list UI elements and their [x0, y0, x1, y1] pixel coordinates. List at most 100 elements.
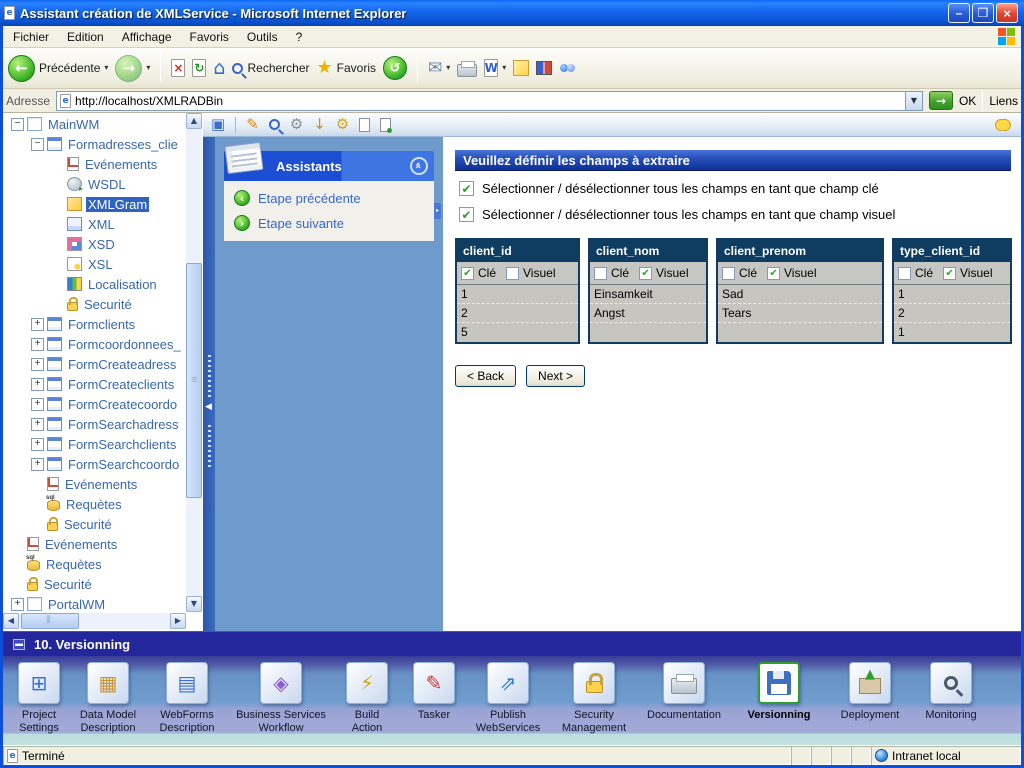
- module-publish-webservices[interactable]: ⇗PublishWebServices: [465, 656, 551, 745]
- close-button[interactable]: ×: [996, 3, 1018, 23]
- tree-item-xmlgram[interactable]: XMLGram: [3, 194, 186, 214]
- expand-icon[interactable]: +: [31, 458, 44, 471]
- panel-splitter[interactable]: ◀: [203, 137, 215, 631]
- assistants-link-label[interactable]: Etape précédente: [258, 191, 361, 206]
- tree-item-label[interactable]: Localisation: [86, 277, 159, 292]
- menu-fichier[interactable]: Fichier: [4, 28, 58, 46]
- tree-item-label[interactable]: FormSearchcoordo: [66, 457, 181, 472]
- collapse-icon[interactable]: −: [11, 118, 24, 131]
- tree-item-xsl[interactable]: XSL: [3, 254, 186, 274]
- panel-handle-icon[interactable]: ▸: [434, 203, 441, 219]
- tree-item-label[interactable]: XSD: [86, 237, 117, 252]
- tree-item-securit[interactable]: Securité: [3, 294, 186, 314]
- tree-item-requ-tes[interactable]: Requètes: [3, 494, 186, 514]
- help-bubble-icon[interactable]: [995, 119, 1011, 131]
- module-documentation-button[interactable]: [663, 662, 705, 704]
- select-all-checkbox[interactable]: ✔: [459, 207, 474, 222]
- tree-item-label[interactable]: XMLGram: [86, 197, 149, 212]
- restore-button[interactable]: ❒: [972, 3, 994, 23]
- tree-item-label[interactable]: MainWM: [46, 117, 101, 132]
- tree-item-formsearchcoordo[interactable]: + FormSearchcoordo: [3, 454, 186, 474]
- module-webforms-description-button[interactable]: ▤: [166, 662, 208, 704]
- key-checkbox[interactable]: [898, 267, 911, 280]
- new-document-icon[interactable]: [359, 118, 370, 132]
- address-dropdown-icon[interactable]: ▼: [905, 92, 922, 110]
- go-button[interactable]: →: [929, 91, 953, 110]
- go-button-label[interactable]: OK: [959, 94, 976, 108]
- key-checkbox[interactable]: [722, 267, 735, 280]
- module-publish-webservices-button[interactable]: ⇗: [487, 662, 529, 704]
- tree-item-formcreateclients[interactable]: +FormCreateclients: [3, 374, 186, 394]
- edit-icon[interactable]: ✎: [246, 117, 259, 132]
- toolbar-print-button[interactable]: [457, 60, 477, 77]
- tree-item-formcreatecoordo[interactable]: +FormCreatecoordo: [3, 394, 186, 414]
- module-documentation[interactable]: Documentation: [637, 656, 731, 745]
- expand-icon[interactable]: +: [11, 598, 24, 611]
- toolbar-favorites-button[interactable]: ★Favoris: [317, 59, 376, 77]
- tree-item-label[interactable]: FormSearchadress: [66, 417, 181, 432]
- assistants-link-etape-pr-c-dente[interactable]: ‹Etape précédente: [234, 190, 426, 206]
- tree-item-wsdl[interactable]: WSDL: [3, 174, 186, 194]
- tree-item-formcreateadress[interactable]: +FormCreateadress: [3, 354, 186, 374]
- select-all-checkbox[interactable]: ✔: [459, 181, 474, 196]
- address-input[interactable]: e http://localhost/XMLRADBin ▼: [56, 91, 923, 111]
- menu-affichage[interactable]: Affichage: [113, 28, 181, 46]
- tree-item-label[interactable]: FormCreateadress: [66, 357, 178, 372]
- toolbar-stop-button[interactable]: ×: [171, 59, 185, 77]
- tree-item-label[interactable]: PortalWM: [46, 597, 107, 612]
- module-versionning[interactable]: Versionning: [731, 656, 827, 745]
- collapse-section-icon[interactable]: ▬: [13, 639, 25, 650]
- preview-icon[interactable]: [269, 119, 280, 130]
- tree-item-label[interactable]: Securité: [82, 297, 134, 312]
- tree-item-label[interactable]: FormCreatecoordo: [66, 397, 179, 412]
- tree-item-label[interactable]: XML: [86, 217, 117, 232]
- scrollbar-thumb[interactable]: [21, 613, 79, 629]
- import-icon[interactable]: ↓: [313, 117, 326, 132]
- tree-item-formsearchclients[interactable]: +FormSearchclients: [3, 434, 186, 454]
- tree-item-label[interactable]: Evénements: [63, 477, 139, 492]
- module-tasker[interactable]: ✎Tasker: [403, 656, 465, 745]
- scroll-right-icon[interactable]: ▶: [170, 613, 186, 629]
- tree-item-xml[interactable]: XML: [3, 214, 186, 234]
- collapse-panel-icon[interactable]: ◀: [205, 403, 212, 412]
- tree-item-localisation[interactable]: Localisation: [3, 274, 186, 294]
- tree-item-formsearchadress[interactable]: +FormSearchadress: [3, 414, 186, 434]
- module-monitoring-button[interactable]: [930, 662, 972, 704]
- tree-item-ev-nements[interactable]: Evénements: [3, 154, 186, 174]
- scroll-up-icon[interactable]: ▲: [186, 113, 202, 129]
- menu-edition[interactable]: Edition: [58, 28, 113, 46]
- module-security-management[interactable]: SecurityManagement: [551, 656, 637, 745]
- links-label[interactable]: Liens: [989, 94, 1018, 108]
- visual-checkbox[interactable]: ✔: [639, 267, 652, 280]
- scrollbar-thumb[interactable]: [186, 263, 202, 498]
- module-versionning-button[interactable]: [758, 662, 800, 704]
- menu-favoris[interactable]: Favoris: [181, 28, 238, 46]
- dropdown-caret-icon[interactable]: ▾: [502, 64, 506, 72]
- module-project-settings-button[interactable]: ⊞: [18, 662, 60, 704]
- collapse-icon[interactable]: −: [31, 138, 44, 151]
- assistants-link-etape-suivante[interactable]: ›Etape suivante: [234, 215, 426, 231]
- address-url[interactable]: http://localhost/XMLRADBin: [75, 94, 901, 108]
- dropdown-caret-icon[interactable]: ▾: [104, 64, 108, 72]
- tree-item-formcoordonnees[interactable]: +Formcoordonnees_: [3, 334, 186, 354]
- tree-item-label[interactable]: Formclients: [66, 317, 137, 332]
- tree-item-label[interactable]: Formadresses_clie: [66, 137, 180, 152]
- tree-item-label[interactable]: Requètes: [44, 557, 104, 572]
- key-checkbox[interactable]: ✔: [461, 267, 474, 280]
- tree-item-securit[interactable]: Securité: [3, 574, 186, 594]
- build-icon[interactable]: ⚙: [336, 117, 349, 132]
- module-build-action[interactable]: ⚡BuildAction: [331, 656, 403, 745]
- collapse-chevron-icon[interactable]: «: [410, 157, 428, 175]
- key-checkbox[interactable]: [594, 267, 607, 280]
- tree-item-requ-tes[interactable]: Requètes: [3, 554, 186, 574]
- tree-item-ev-nements[interactable]: Evénements: [3, 474, 186, 494]
- module-data-model-description[interactable]: ▦Data ModelDescription: [73, 656, 143, 745]
- module-deployment[interactable]: ▲Deployment: [827, 656, 913, 745]
- expand-icon[interactable]: +: [31, 338, 44, 351]
- toolbar-mail-button[interactable]: ✉▾: [428, 60, 450, 77]
- toolbar-home-button[interactable]: ⌂: [213, 59, 225, 78]
- next-button[interactable]: Next >: [526, 365, 585, 387]
- visual-checkbox[interactable]: [506, 267, 519, 280]
- toolbar-forward-button[interactable]: →▾: [115, 55, 150, 82]
- tree-item-mainwm[interactable]: − MainWM: [3, 114, 186, 134]
